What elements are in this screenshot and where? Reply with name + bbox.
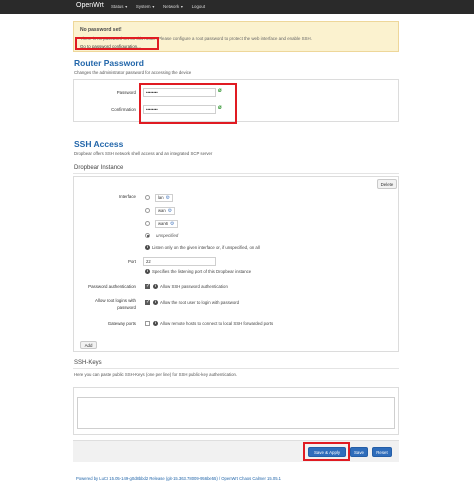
add-instance-button[interactable]: Add	[80, 341, 97, 349]
interface-label: Interface	[118, 194, 136, 199]
ssh-keys-title: SSH-Keys	[74, 360, 102, 366]
confirmation-label: Confirmation	[111, 107, 136, 112]
interface-chip-wan: wan ⚙	[155, 207, 176, 215]
nav-system[interactable]: System▼	[136, 4, 155, 9]
port-field[interactable]: 22	[143, 257, 216, 266]
delete-button[interactable]: Delete	[377, 179, 397, 189]
port-label: Port	[127, 259, 136, 264]
chevron-down-icon: ▼	[151, 5, 156, 9]
unspecified-label: unspecified	[156, 233, 179, 238]
dropbear-instance-title: Dropbear Instance	[74, 165, 124, 171]
interface-radio-unspecified[interactable]	[145, 233, 150, 238]
ssh-keys-description: Here you can paste public SSH-Keys (one …	[74, 372, 238, 377]
footer-version[interactable]: Powered by LuCI 15.05-149-g0d8bbd2 Relea…	[76, 476, 281, 481]
network-icon: ⚙	[170, 221, 175, 227]
network-icon: ⚙	[165, 195, 171, 201]
alert-title: No password set!	[80, 27, 122, 33]
ssh-keys-textarea[interactable]	[77, 397, 395, 429]
top-navbar: OpenWrt Status▼ System▼ Network▼ Logout	[0, 0, 474, 14]
chevron-down-icon: ▼	[180, 5, 184, 9]
password-auth-label: Password authentication	[88, 284, 136, 289]
main-nav: Status▼ System▼ Network▼ Logout	[111, 4, 205, 9]
ssh-access-title: SSH Access	[74, 139, 124, 149]
gateway-ports-label: Gateway ports	[107, 321, 136, 326]
ssh-access-description: Dropbear offers SSH network shell access…	[74, 151, 213, 156]
root-login-label-line1: Allow root logins with	[95, 298, 136, 303]
interface-radio-wan[interactable]	[145, 208, 150, 213]
gateway-ports-hint: i Allow remote hosts to connect to local …	[153, 321, 274, 327]
brand-logo[interactable]: OpenWrt	[76, 2, 104, 9]
interface-radio-lan[interactable]	[145, 195, 150, 200]
reset-button[interactable]: Reset	[372, 447, 392, 457]
info-icon: i	[153, 284, 158, 290]
divider	[73, 368, 399, 369]
interface-chip-wan6: wan6 ⚙	[155, 220, 178, 228]
network-icon: ⚙	[167, 208, 173, 214]
router-password-description: Changes the administrator password for a…	[74, 70, 192, 75]
password-auth-checkbox[interactable]	[145, 283, 150, 289]
interface-chip-lan: lan ⚙	[155, 194, 174, 202]
info-icon: i	[153, 300, 158, 306]
highlight-box	[75, 37, 159, 50]
info-icon: i	[145, 245, 150, 251]
interface-radio-wan6[interactable]	[145, 221, 150, 226]
highlight-box	[303, 442, 350, 461]
root-login-hint: i Allow the root user to login with passw…	[153, 300, 240, 306]
password-auth-hint: i Allow SSH password authentication	[153, 284, 228, 290]
info-icon: i	[153, 321, 158, 327]
password-label: Password	[116, 90, 136, 95]
save-button[interactable]: Save	[350, 447, 368, 457]
nav-logout[interactable]: Logout	[192, 4, 205, 9]
info-icon: i	[145, 269, 150, 275]
nav-status[interactable]: Status▼	[111, 4, 128, 9]
divider	[73, 173, 399, 174]
root-login-checkbox[interactable]	[145, 299, 150, 305]
gateway-ports-checkbox[interactable]	[145, 321, 150, 326]
root-login-label-line2: password	[117, 305, 136, 310]
nav-network[interactable]: Network▼	[163, 4, 184, 9]
port-hint: i Specifies the listening port of this Dr…	[145, 269, 252, 275]
highlight-box	[139, 83, 237, 124]
router-password-title: Router Password	[74, 58, 144, 68]
interface-hint: i Listen only on the given interface or, …	[145, 245, 260, 251]
chevron-down-icon: ▼	[124, 5, 128, 9]
